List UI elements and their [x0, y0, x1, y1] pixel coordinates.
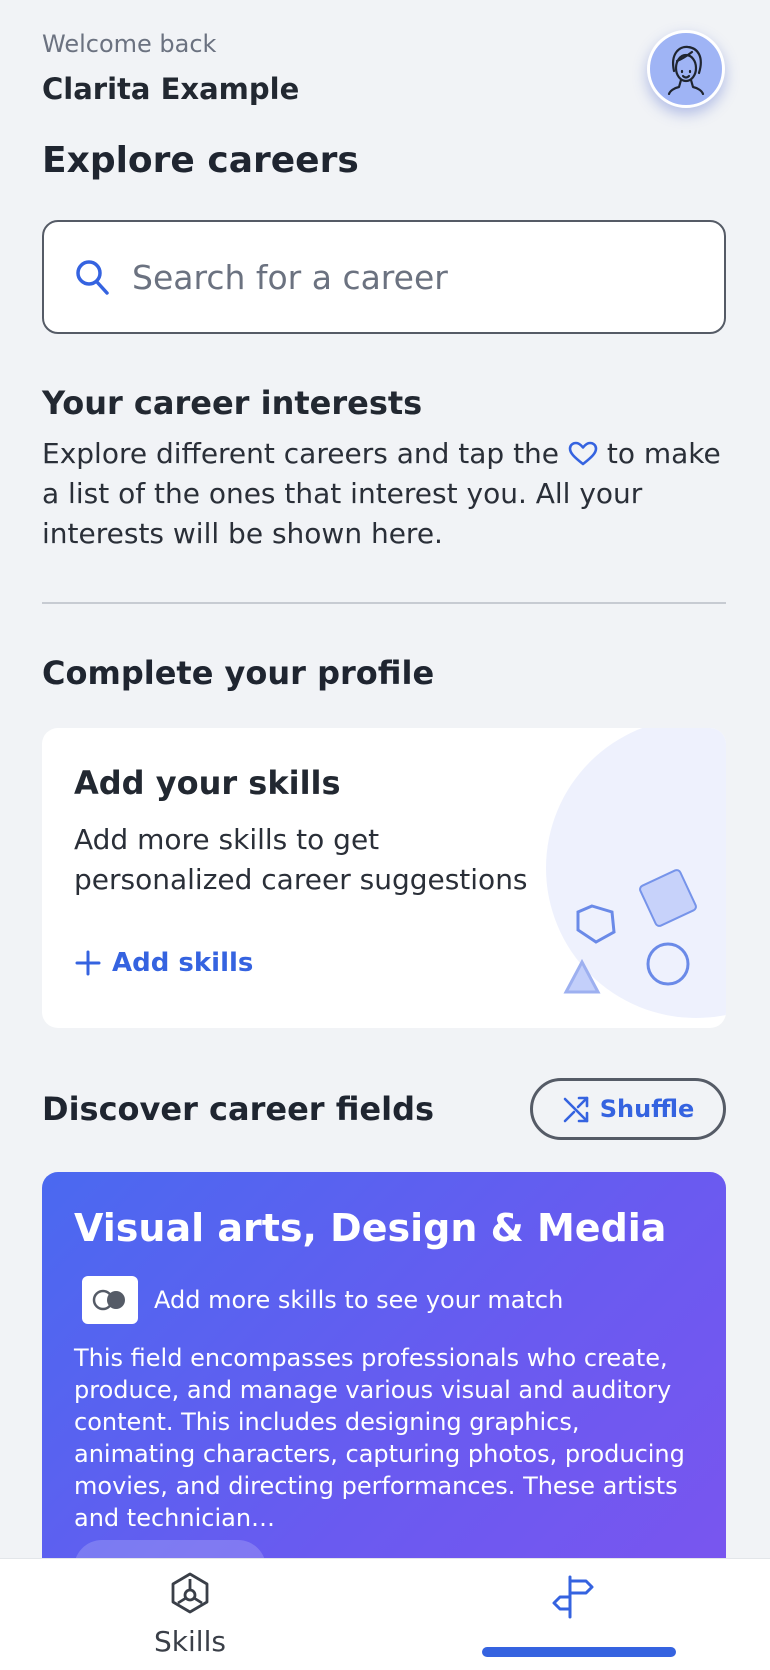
avatar[interactable] — [647, 30, 725, 108]
shuffle-button[interactable]: Shuffle — [530, 1078, 726, 1140]
interests-description: Explore different careers and tap the to… — [42, 434, 732, 554]
explore-title: Explore careers — [42, 140, 359, 181]
discover-title: Discover career fields — [42, 1090, 435, 1128]
card-text: Add more skills to get personalized care… — [74, 823, 528, 896]
match-row: Add more skills to see your match — [82, 1276, 563, 1324]
divider — [42, 602, 726, 604]
careers-signpost-icon — [552, 1575, 594, 1619]
nav-item-skills[interactable]: Skills — [140, 1571, 240, 1658]
nav-item-careers[interactable] — [550, 1573, 598, 1625]
field-title: Visual arts, Design & Media — [74, 1206, 667, 1250]
add-skills-button[interactable]: Add skills — [74, 948, 253, 978]
header: Welcome back Clarita Example — [42, 30, 299, 106]
field-description: This field encompasses professionals who… — [74, 1344, 685, 1532]
username: Clarita Example — [42, 72, 300, 106]
match-text: Add more skills to see your match — [154, 1286, 564, 1314]
nav-skills-label: Skills — [154, 1625, 226, 1658]
nav-active-indicator — [482, 1647, 676, 1657]
skills-shapes-illustration — [563, 869, 697, 994]
search-placeholder: Search for a career — [132, 257, 448, 297]
add-skills-card[interactable]: Add your skills Add more skills to get p… — [42, 728, 726, 1028]
interests-text-start: Explore different careers and tap the — [42, 437, 560, 470]
search-icon — [76, 260, 109, 295]
avatar-icon — [667, 45, 705, 95]
career-field-card[interactable]: Visual arts, Design & Media Add more ski… — [42, 1172, 726, 1592]
skills-icon — [171, 1572, 209, 1614]
heart-icon — [568, 441, 598, 466]
shuffle-icon — [563, 1096, 589, 1123]
shuffle-label: Shuffle — [599, 1095, 695, 1123]
search-input[interactable]: Search for a career — [42, 220, 726, 334]
card-title: Add your skills — [74, 764, 341, 802]
profile-title: Complete your profile — [42, 654, 435, 692]
match-toggle-icon — [82, 1276, 138, 1324]
interests-title: Your career interests — [42, 384, 423, 422]
welcome-text: Welcome back — [42, 30, 217, 58]
bottom-nav: Skills — [0, 1558, 770, 1670]
add-skills-label: Add skills — [112, 948, 254, 978]
plus-icon — [75, 950, 101, 976]
